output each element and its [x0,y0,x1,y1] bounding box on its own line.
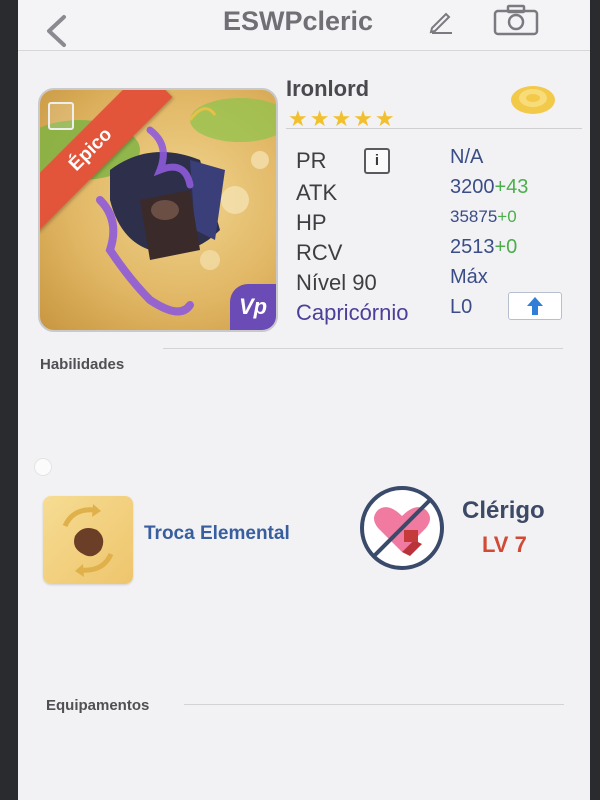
heart-icon [372,498,432,558]
upgrade-button[interactable] [508,292,562,320]
atk-bonus: +43 [494,176,529,198]
hp-bonus: +0 [497,207,517,226]
pencil-icon[interactable] [428,8,454,34]
skill-icon[interactable] [43,496,133,584]
info-button[interactable]: i [364,148,390,174]
vip-badge: Vp [230,284,276,330]
skill-name[interactable]: Troca Elemental [144,523,290,545]
hero-portrait[interactable]: Épico Vp [38,88,278,332]
level-label: Nível 90 [296,270,377,295]
section-divider [163,348,563,349]
zodiac-label: Capricórnio [296,300,409,325]
class-icon[interactable] [360,486,444,570]
equipment-section-title: Equipamentos [46,697,150,714]
radio-indicator[interactable] [34,458,52,476]
zodiac-value: L0 [450,296,473,318]
element-swap-icon [62,504,114,577]
arrow-up-icon [527,297,543,315]
hero-name: Ironlord [286,76,370,101]
hp-value: 35875 [450,207,498,226]
element-tag-icon [48,102,74,130]
rcv-value-row: 2513+0 [450,236,517,259]
soul-icon[interactable] [508,80,558,116]
top-bar: ESWPcleric [18,0,590,51]
hp-label: HP [296,210,327,235]
rcv-value: 2513 [450,236,495,258]
chevron-left-icon[interactable] [44,14,68,48]
divider [286,128,582,129]
section-divider-equipment [184,704,564,705]
pr-label: PR [296,148,327,173]
class-level: LV 7 [482,532,527,557]
hero-detail-screen: ESWPcleric Épico Vp Ironlord ★★★★★ PR i … [18,0,590,800]
atk-label: ATK [296,180,338,205]
page-title: ESWPcleric [222,6,374,36]
rcv-label: RCV [296,240,343,265]
atk-value: 3200 [450,176,495,198]
level-value: Máx [450,266,488,288]
skills-section-title: Habilidades [40,356,125,373]
camera-icon[interactable] [492,4,540,36]
pr-value: N/A [450,146,484,168]
hp-value-row: 35875+0 [450,207,517,227]
atk-value-row: 3200+43 [450,176,528,199]
class-name: Clérigo [462,497,545,524]
rcv-bonus: +0 [494,236,518,258]
